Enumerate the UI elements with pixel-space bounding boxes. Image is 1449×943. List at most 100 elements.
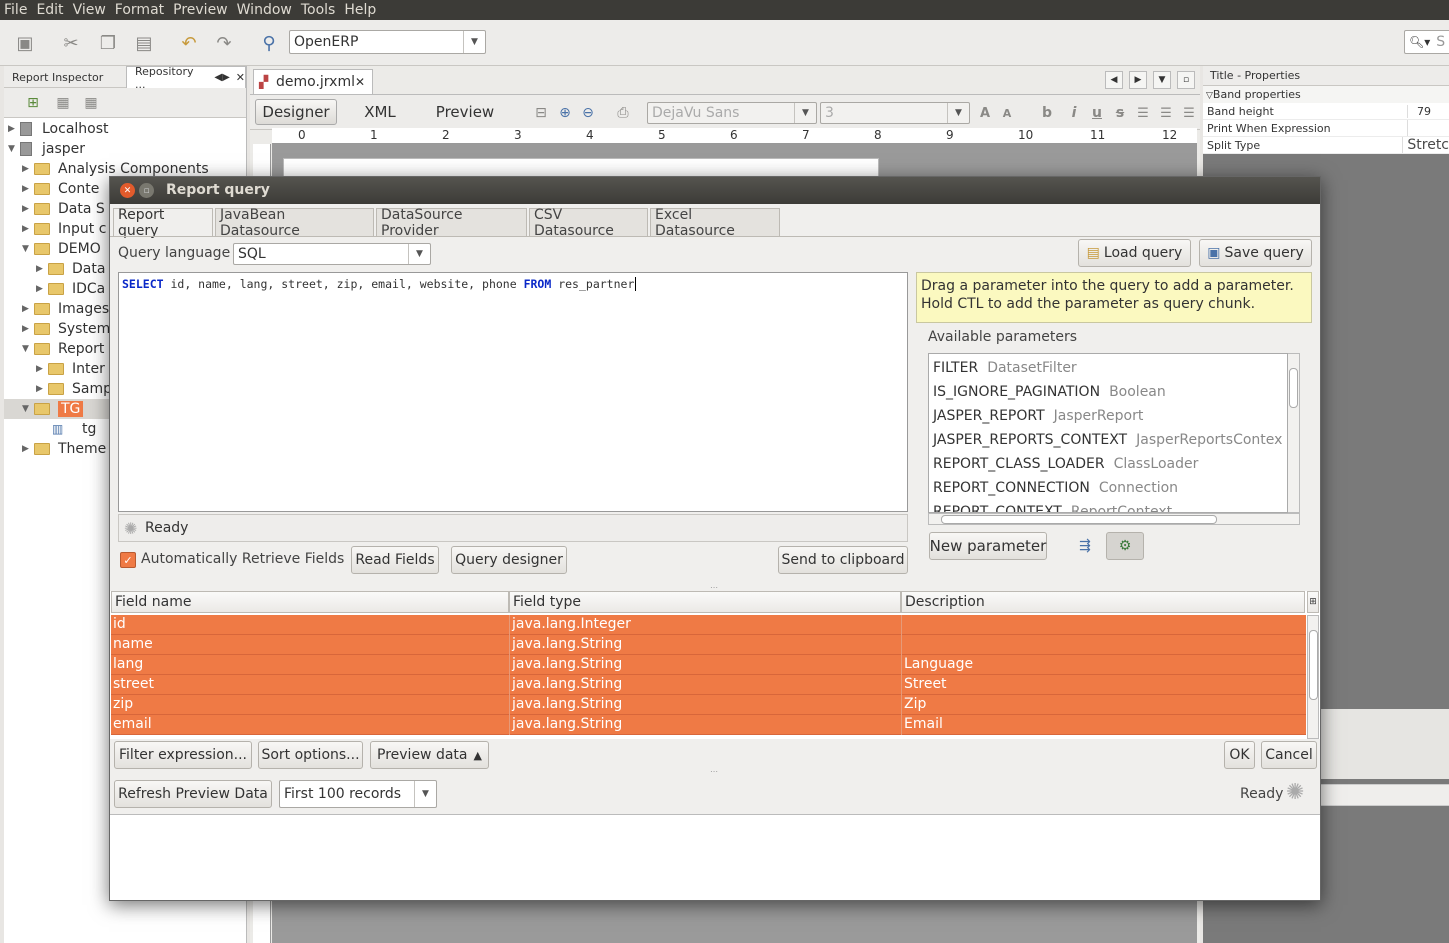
- band-properties-section[interactable]: ▽Band properties: [1203, 86, 1449, 103]
- tree-item[interactable]: ▶ IDCa: [36, 279, 105, 299]
- zoom-fit-icon[interactable]: ⊟: [530, 102, 552, 124]
- menu-edit[interactable]: Edit: [36, 2, 63, 18]
- report-page[interactable]: [283, 158, 879, 178]
- tree-item[interactable]: ▶ Input c: [22, 219, 106, 239]
- menu-preview[interactable]: Preview: [173, 2, 228, 18]
- tab-excel-datasource[interactable]: Excel Datasource: [650, 207, 780, 239]
- send-to-clipboard-button[interactable]: Send to clipboard: [778, 546, 908, 574]
- property-row[interactable]: Split Type Stretc: [1203, 137, 1449, 154]
- tree-item-localhost[interactable]: ▶ Localhost: [8, 119, 109, 139]
- decrease-font-icon[interactable]: A: [996, 102, 1018, 124]
- scroll-left-icon[interactable]: ◀: [1105, 71, 1123, 89]
- delete-icon[interactable]: ▦: [80, 92, 102, 114]
- refresh-preview-button[interactable]: Refresh Preview Data: [114, 780, 272, 808]
- font-select[interactable]: DejaVu Sans ▼: [647, 102, 817, 124]
- tab-datasource-provider[interactable]: DataSource Provider: [376, 207, 527, 239]
- table-row[interactable]: id java.lang.Integer: [111, 615, 1306, 635]
- menu-format[interactable]: Format: [115, 2, 164, 18]
- tab-list-icon[interactable]: ▼: [1153, 71, 1171, 89]
- parameters-list[interactable]: FILTER DatasetFilter IS_IGNORE_PAGINATION…: [928, 353, 1288, 513]
- table-row[interactable]: lang java.lang.String Language: [111, 655, 1306, 675]
- list-item[interactable]: REPORT_CONNECTION Connection: [933, 476, 1178, 500]
- copy-icon[interactable]: ❐: [97, 32, 119, 54]
- underline-icon[interactable]: u: [1086, 102, 1108, 124]
- preview-data-button[interactable]: Preview data ▲: [370, 741, 489, 769]
- parameter-properties-icon[interactable]: ⚙: [1106, 532, 1144, 560]
- table-row[interactable]: email java.lang.String Email: [111, 715, 1306, 735]
- scroll-right-icon[interactable]: ▶: [1129, 71, 1147, 89]
- close-icon[interactable]: ✕: [355, 75, 365, 89]
- sort-options-button[interactable]: Sort options...: [258, 741, 363, 769]
- tab-xml[interactable]: XML: [350, 99, 410, 125]
- tree-item[interactable]: ▶ Theme: [22, 439, 106, 459]
- maximize-icon[interactable]: ▫: [139, 183, 154, 198]
- save-query-button[interactable]: ▣ Save query: [1199, 239, 1312, 267]
- tab-csv-datasource[interactable]: CSV Datasource: [529, 207, 648, 239]
- add-server-icon[interactable]: ⊞: [22, 92, 44, 114]
- font-size-select[interactable]: 3 ▼: [820, 102, 970, 124]
- align-center-icon[interactable]: ☰: [1155, 102, 1177, 124]
- tree-item-jasper[interactable]: ▼ jasper: [8, 139, 85, 159]
- undo-icon[interactable]: ↶: [178, 32, 200, 54]
- align-right-icon[interactable]: ☰: [1178, 102, 1200, 124]
- ok-button[interactable]: OK: [1224, 741, 1255, 769]
- tree-item-tg-report[interactable]: ▥ tg: [52, 419, 96, 439]
- redo-icon[interactable]: ↷: [213, 32, 235, 54]
- fields-scrollbar[interactable]: [1307, 615, 1319, 739]
- column-header-field-name[interactable]: Field name: [111, 591, 509, 613]
- paste-icon[interactable]: ▤: [133, 32, 155, 54]
- zoom-in-icon[interactable]: ⊕: [554, 102, 576, 124]
- parameter-settings-icon[interactable]: ⇶: [1066, 532, 1104, 560]
- load-query-button[interactable]: ▤ Load query: [1078, 239, 1191, 267]
- list-item[interactable]: JASPER_REPORTS_CONTEXT JasperReportsConte…: [933, 428, 1282, 452]
- tab-report-inspector[interactable]: Report Inspector: [4, 66, 124, 88]
- tree-item[interactable]: ▼ Report: [22, 339, 104, 359]
- cancel-button[interactable]: Cancel: [1261, 741, 1317, 769]
- table-row[interactable]: street java.lang.String Street: [111, 675, 1306, 695]
- auto-retrieve-checkbox[interactable]: ✓: [120, 552, 136, 568]
- tab-designer[interactable]: Designer: [255, 99, 337, 125]
- tree-item[interactable]: ▶ Data S: [22, 199, 105, 219]
- print-icon[interactable]: ⎙: [612, 102, 634, 124]
- filter-expression-button[interactable]: Filter expression...: [114, 741, 252, 769]
- close-icon[interactable]: ✕: [120, 183, 135, 198]
- tree-item[interactable]: ▶ Images: [22, 299, 109, 319]
- records-limit-select[interactable]: First 100 records ▼: [279, 780, 437, 808]
- column-header-field-type[interactable]: Field type: [509, 591, 901, 613]
- bold-icon[interactable]: b: [1036, 102, 1058, 124]
- list-item[interactable]: REPORT_CLASS_LOADER ClassLoader: [933, 452, 1198, 476]
- menu-tools[interactable]: Tools: [301, 2, 336, 18]
- read-fields-button[interactable]: Read Fields: [351, 546, 439, 574]
- tab-demo-jrxml[interactable]: ▞ demo.jrxml ✕: [253, 69, 373, 94]
- menu-view[interactable]: View: [73, 2, 106, 18]
- tree-item[interactable]: ▶ Samp: [36, 379, 112, 399]
- italic-icon[interactable]: i: [1063, 102, 1085, 124]
- table-row[interactable]: name java.lang.String: [111, 635, 1306, 655]
- close-icon[interactable]: ✕: [236, 71, 245, 84]
- minimize-icon[interactable]: ◀▶: [214, 72, 229, 83]
- list-item[interactable]: IS_IGNORE_PAGINATION Boolean: [933, 380, 1166, 404]
- menu-file[interactable]: File: [4, 2, 27, 18]
- menu-window[interactable]: Window: [237, 2, 292, 18]
- tab-javabean-datasource[interactable]: JavaBean Datasource: [215, 207, 374, 239]
- tab-repository[interactable]: Repository ... ◀▶ ✕: [126, 65, 246, 91]
- property-row[interactable]: Band height 79: [1203, 103, 1449, 120]
- tree-item[interactable]: ▶ System: [22, 319, 110, 339]
- edit-icon[interactable]: ▦: [52, 92, 74, 114]
- tab-report-query[interactable]: Report query: [113, 207, 213, 239]
- query-designer-button[interactable]: Query designer: [451, 546, 567, 574]
- property-row[interactable]: Print When Expression: [1203, 120, 1449, 137]
- tree-item-tg-folder[interactable]: ▼ TG: [22, 399, 84, 419]
- search-input[interactable]: 🔍︎▾ S: [1404, 30, 1449, 54]
- tree-item[interactable]: ▶ Data: [36, 259, 105, 279]
- parameters-horizontal-scrollbar[interactable]: [928, 513, 1300, 525]
- list-item[interactable]: FILTER DatasetFilter: [933, 356, 1077, 380]
- column-chooser-icon[interactable]: ⊞: [1307, 591, 1319, 613]
- tab-preview[interactable]: Preview: [430, 99, 500, 125]
- tree-item[interactable]: ▼ DEMO: [22, 239, 101, 259]
- column-header-description[interactable]: Description: [901, 591, 1305, 613]
- tree-item[interactable]: ▶ Inter: [36, 359, 105, 379]
- list-item[interactable]: REPORT_CONTEXT ReportContext: [933, 500, 1172, 512]
- list-item[interactable]: JASPER_REPORT JasperReport: [933, 404, 1143, 428]
- zoom-out-icon[interactable]: ⊖: [577, 102, 599, 124]
